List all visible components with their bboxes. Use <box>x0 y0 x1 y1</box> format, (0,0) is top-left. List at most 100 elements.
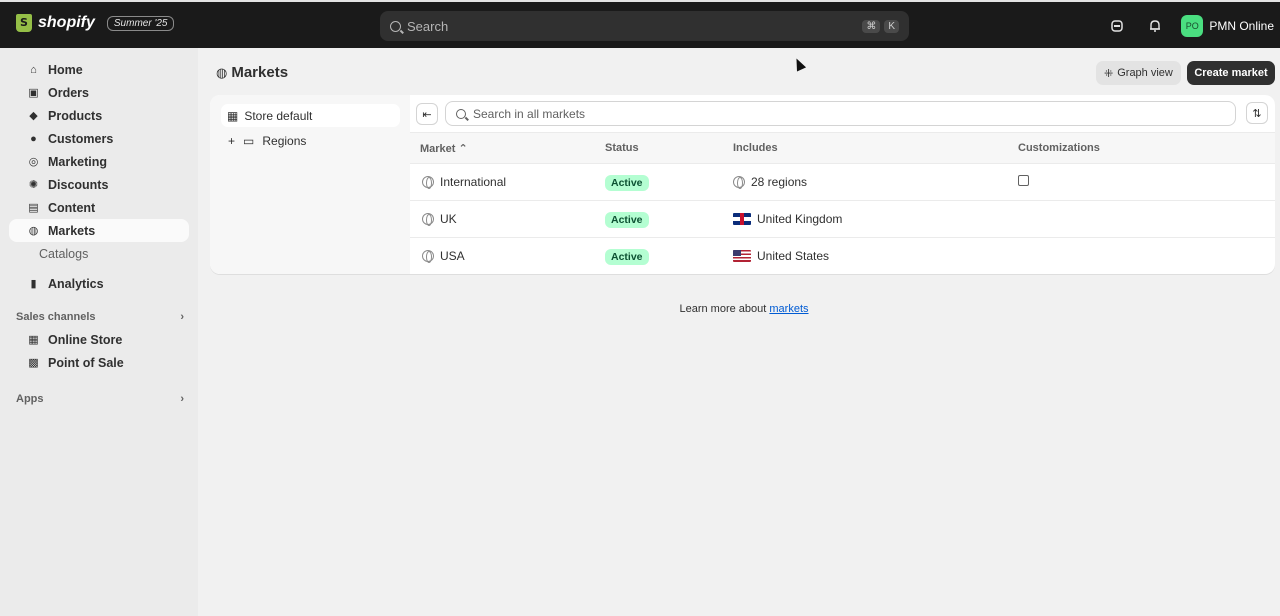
sidebar-item-label: Markets <box>48 223 96 238</box>
sidebar-item-label: Discounts <box>48 177 109 192</box>
page-title: ◍ Markets <box>216 64 288 81</box>
orders-icon: ▣ <box>28 87 39 99</box>
sort-icon: ⇅ <box>1252 107 1262 120</box>
globe-icon: ◍ <box>28 225 39 237</box>
edition-badge[interactable]: Summer '25 <box>106 15 175 31</box>
market-name: International <box>440 175 507 189</box>
search-icon <box>390 20 401 32</box>
top-right-actions: PO PMN Online <box>1105 14 1274 38</box>
sidebar: ⌂ Home ▣ Orders ◆ Products ● Customers ◎ Mark… <box>0 48 198 616</box>
globe-icon <box>422 176 434 189</box>
column-header-includes: Includes <box>733 142 778 154</box>
avatar[interactable]: PO <box>1181 15 1204 37</box>
tree-item-regions[interactable]: + ▭ Regions <box>228 131 306 151</box>
table-header: Market ⌃ Status Includes Customizations <box>410 132 1275 164</box>
bar-chart-icon: ▮ <box>30 278 37 290</box>
create-market-button[interactable]: Create market <box>1187 61 1275 85</box>
sidebar-item-orders[interactable]: ▣ Orders <box>9 81 189 104</box>
market-name: UK <box>440 212 457 226</box>
market-includes: United States <box>757 249 830 263</box>
folder-icon: ▭ <box>243 134 255 148</box>
sort-button[interactable]: ⇅ <box>1246 102 1268 124</box>
tag-icon: ◆ <box>29 110 38 122</box>
graph-icon: ⁜ <box>1104 67 1114 80</box>
search-icon <box>456 108 466 119</box>
learn-more-text: Learn more about <box>679 303 767 315</box>
sidebar-item-home[interactable]: ⌂ Home <box>9 58 189 81</box>
apps-section[interactable]: Apps › <box>0 387 198 410</box>
sidebar-item-customers[interactable]: ● Customers <box>9 127 189 150</box>
column-header-market[interactable]: Market ⌃ <box>420 142 468 155</box>
sidebar-item-label: Home <box>48 62 83 77</box>
market-includes: 28 regions <box>751 175 808 189</box>
sidebar-item-label: Customers <box>48 131 114 146</box>
shortcut-key-cmd: ⌘ <box>862 19 881 33</box>
mouse-cursor <box>791 56 807 72</box>
top-bar: shopify Summer '25 Search ⌘ K PO PMN Onl… <box>0 0 1280 48</box>
store-name[interactable]: PMN Online <box>1209 19 1274 33</box>
sidebar-item-point-of-sale[interactable]: ▩ Point of Sale <box>9 351 189 374</box>
shopify-bag-icon <box>16 14 32 32</box>
uk-flag-icon <box>733 213 751 225</box>
apps-label: Apps <box>16 392 44 405</box>
store-icon: ▦ <box>28 334 39 346</box>
collapse-left-icon: ⇤ <box>422 108 432 121</box>
global-search-input[interactable]: Search ⌘ K <box>380 11 909 41</box>
customization-icon <box>1018 175 1029 186</box>
chevron-right-icon: › <box>180 392 184 405</box>
market-tree: ▦ Store default + ▭ Regions <box>210 95 410 274</box>
tree-item-store-default[interactable]: ▦ Store default <box>221 104 400 127</box>
pos-icon: ▩ <box>28 357 39 369</box>
sidebar-subitem-catalogs[interactable]: Catalogs <box>0 242 198 265</box>
status-badge: Active <box>605 175 649 191</box>
sidebar-item-label: Point of Sale <box>48 355 124 370</box>
home-icon: ⌂ <box>30 63 37 76</box>
sidebar-item-label: Products <box>48 108 103 123</box>
status-badge: Active <box>605 212 649 228</box>
target-icon: ◎ <box>28 156 39 168</box>
table-row[interactable]: USA Active United States <box>410 238 1275 274</box>
sidebar-item-markets[interactable]: ◍ Markets <box>9 219 189 242</box>
collapse-panel-button[interactable]: ⇤ <box>416 103 438 125</box>
globe-icon: ◍ <box>216 64 228 80</box>
table-row[interactable]: UK Active United Kingdom <box>410 201 1275 238</box>
learn-more: Learn more about markets <box>0 303 1280 315</box>
page-title-text: Markets <box>231 64 289 81</box>
sidebar-item-label: Analytics <box>48 276 104 291</box>
plus-icon[interactable]: + <box>228 134 235 148</box>
sidebar-item-discounts[interactable]: ✺ Discounts <box>9 173 189 196</box>
sidebar-item-marketing[interactable]: ◎ Marketing <box>9 150 189 173</box>
column-header-customizations: Customizations <box>1018 142 1100 154</box>
store-icon: ▦ <box>227 108 239 123</box>
markets-card: ▦ Store default + ▭ Regions ⇤ Search in … <box>210 95 1275 274</box>
markets-search-placeholder: Search in all markets <box>473 106 586 121</box>
tree-item-label: Regions <box>262 134 307 148</box>
sidebar-item-label: Content <box>48 200 96 215</box>
markets-help-link[interactable]: markets <box>769 303 808 315</box>
person-icon: ● <box>30 132 37 145</box>
market-includes: United Kingdom <box>757 212 843 226</box>
shopify-logo[interactable]: shopify Summer '25 <box>16 14 175 32</box>
globe-icon <box>733 176 745 189</box>
table-row[interactable]: International Active 28 regions <box>410 164 1275 201</box>
shortcut-key-k: K <box>884 19 899 33</box>
sidebar-item-content[interactable]: ▤ Content <box>9 196 189 219</box>
sidebar-item-label: Online Store <box>48 332 123 347</box>
sidebar-item-products[interactable]: ◆ Products <box>9 104 189 127</box>
market-name: USA <box>440 249 465 263</box>
bell-icon[interactable] <box>1143 14 1167 38</box>
sidebar-item-label: Orders <box>48 85 89 100</box>
sidekick-icon[interactable] <box>1105 14 1129 38</box>
markets-search-input[interactable]: Search in all markets <box>445 101 1236 126</box>
graph-view-button[interactable]: ⁜ Graph view <box>1096 61 1181 85</box>
content-icon: ▤ <box>28 202 39 214</box>
status-badge: Active <box>605 249 649 265</box>
sidebar-item-online-store[interactable]: ▦ Online Store <box>9 328 189 351</box>
sort-caret-icon: ⌃ <box>458 143 468 155</box>
discount-icon: ✺ <box>28 179 39 191</box>
markets-table-area: ⇤ Search in all markets ⇅ Market ⌃ Statu… <box>410 95 1275 274</box>
column-header-label: Market <box>420 143 456 155</box>
sidebar-item-analytics[interactable]: ▮ Analytics <box>9 272 189 295</box>
sidebar-item-label: Marketing <box>48 154 108 169</box>
brand-name: shopify <box>38 14 95 31</box>
